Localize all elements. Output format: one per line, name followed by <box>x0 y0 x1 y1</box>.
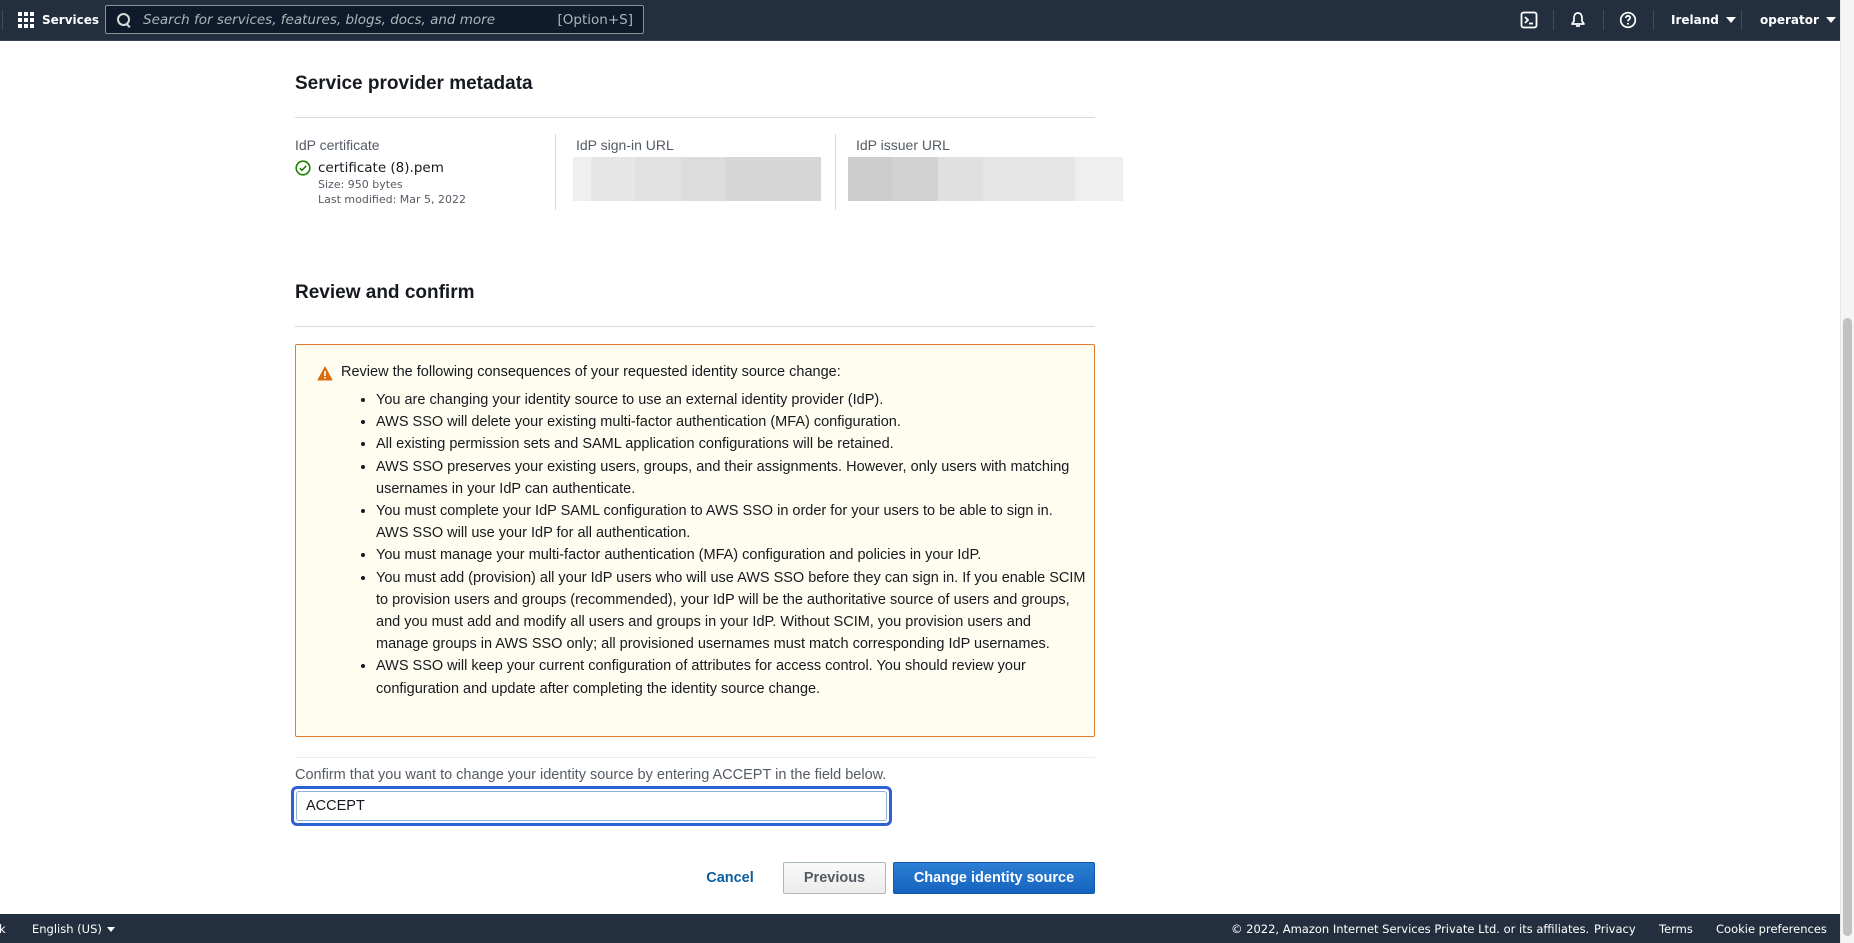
warning-triangle-icon <box>317 366 333 381</box>
review-and-confirm-heading: Review and confirm <box>295 282 475 303</box>
consequence-item: AWS SSO will delete your existing multi-… <box>376 411 1086 433</box>
privacy-link[interactable]: Privacy <box>1594 922 1636 936</box>
help-icon <box>1619 11 1637 29</box>
certificate-size: Size: 950 bytes <box>318 178 403 191</box>
language-selector[interactable]: English (US) <box>32 922 115 936</box>
services-label: Services <box>42 13 100 27</box>
certificate-file-name: certificate (8).pem <box>318 160 444 176</box>
terms-link[interactable]: Terms <box>1659 922 1693 936</box>
search-shortcut-hint: [Option+S] <box>557 11 633 28</box>
idp-sign-in-url-label: IdP sign-in URL <box>576 137 674 153</box>
caret-down-icon <box>1725 17 1736 23</box>
section-divider <box>295 117 1095 118</box>
nav-divider <box>2 10 3 30</box>
help-button[interactable] <box>1616 8 1640 32</box>
notifications-button[interactable] <box>1566 8 1590 32</box>
nav-divider <box>1553 10 1554 30</box>
cookie-preferences-link[interactable]: Cookie preferences <box>1716 922 1827 936</box>
nav-divider <box>1653 10 1654 30</box>
services-menu-button[interactable]: Services <box>18 0 99 40</box>
language-label: English (US) <box>32 922 102 936</box>
copyright-text: © 2022, Amazon Internet Services Private… <box>1231 922 1590 936</box>
accept-confirmation-input[interactable] <box>296 791 887 821</box>
consequence-item: AWS SSO will keep your current configura… <box>376 655 1086 699</box>
nav-divider <box>1741 10 1742 30</box>
consequences-list: You are changing your identity source to… <box>349 389 1086 700</box>
region-selector[interactable]: Ireland <box>1671 0 1736 40</box>
warning-title: Review the following consequences of you… <box>341 364 841 380</box>
success-check-icon <box>295 160 311 176</box>
confirm-input-focus-ring <box>291 786 892 826</box>
confirm-instruction-label: Confirm that you want to change your ide… <box>295 767 887 783</box>
section-divider <box>295 757 1095 758</box>
consequence-item: AWS SSO preserves your existing users, g… <box>376 456 1086 500</box>
consequence-item: All existing permission sets and SAML ap… <box>376 433 1086 455</box>
feedback-link[interactable]: k <box>0 922 6 936</box>
idp-issuer-url-redacted <box>848 157 1123 201</box>
top-navigation-bar: Services [Option+S] Ireland operator <box>0 0 1840 41</box>
search-icon <box>117 12 131 27</box>
column-divider <box>555 134 556 210</box>
column-divider <box>835 134 836 210</box>
cloudshell-icon <box>1520 11 1538 29</box>
account-menu[interactable]: operator <box>1760 0 1836 40</box>
idp-certificate-label: IdP certificate <box>295 137 380 153</box>
caret-down-icon <box>106 927 115 932</box>
change-identity-source-button[interactable]: Change identity source <box>893 862 1095 894</box>
page-scrollbar-thumb[interactable] <box>1843 318 1852 936</box>
console-footer: k English (US) © 2022, Amazon Internet S… <box>0 914 1840 943</box>
region-label: Ireland <box>1671 13 1719 27</box>
service-provider-metadata-heading: Service provider metadata <box>295 73 533 94</box>
cancel-button[interactable]: Cancel <box>700 862 760 894</box>
consequence-item: You must manage your multi-factor authen… <box>376 544 1086 566</box>
idp-issuer-url-label: IdP issuer URL <box>856 137 950 153</box>
section-divider <box>295 326 1095 327</box>
search-input[interactable] <box>141 5 558 34</box>
certificate-last-modified: Last modified: Mar 5, 2022 <box>318 193 467 206</box>
caret-down-icon <box>1825 17 1836 23</box>
global-search[interactable]: [Option+S] <box>105 5 644 34</box>
certificate-file: certificate (8).pem <box>295 160 444 176</box>
nav-divider <box>1603 10 1604 30</box>
notifications-bell-icon <box>1571 12 1585 27</box>
consequence-item: You must complete your IdP SAML configur… <box>376 500 1086 544</box>
account-label: operator <box>1760 13 1819 27</box>
previous-button[interactable]: Previous <box>783 862 886 894</box>
consequence-item: You are changing your identity source to… <box>376 389 1086 411</box>
services-grid-icon <box>18 12 34 28</box>
consequence-item: You must add (provision) all your IdP us… <box>376 567 1086 656</box>
idp-sign-in-url-redacted <box>573 157 821 201</box>
consequences-warning-alert: Review the following consequences of you… <box>295 344 1095 737</box>
cloudshell-button[interactable] <box>1517 8 1541 32</box>
